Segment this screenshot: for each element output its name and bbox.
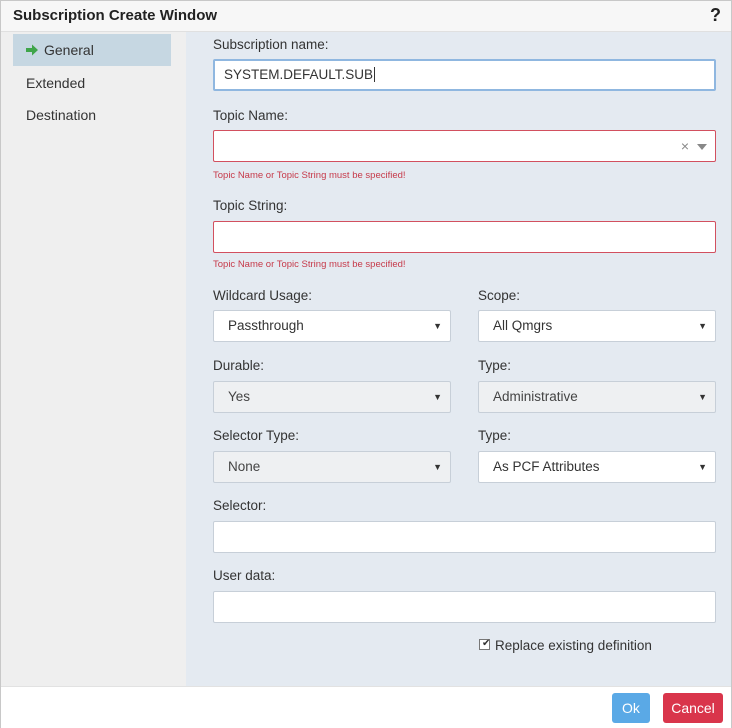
scope-value: All Qmgrs [493, 318, 553, 333]
durable-select[interactable]: Yes ▼ [213, 381, 451, 413]
selector-type-select[interactable]: None ▼ [213, 451, 451, 483]
scope-select[interactable]: All Qmgrs ▼ [478, 310, 716, 342]
subscription-name-label: Subscription name: [213, 37, 329, 52]
sidebar-item-label: Destination [26, 107, 97, 123]
wildcard-usage-label: Wildcard Usage: [213, 288, 313, 303]
scope-label: Scope: [478, 288, 521, 303]
topic-string-label: Topic String: [213, 198, 288, 213]
user-data-label: User data: [213, 568, 276, 583]
topic-name-error: Topic Name or Topic String must be speci… [213, 170, 406, 181]
topic-string-input[interactable] [213, 221, 716, 253]
caret-down-icon: ▼ [433, 462, 442, 472]
caret-down-icon: ▼ [433, 392, 442, 402]
dialog-footer: Ok Cancel [1, 686, 731, 728]
wildcard-usage-select[interactable]: Passthrough ▼ [213, 310, 451, 342]
type-admin-label: Type: [478, 358, 512, 373]
cancel-button[interactable]: Cancel [663, 693, 723, 723]
check-icon: ✔ [482, 638, 491, 650]
caret-down-icon: ▼ [698, 392, 707, 402]
sidebar-item-general[interactable]: General [13, 34, 171, 66]
topic-string-error: Topic Name or Topic String must be speci… [213, 259, 406, 270]
subscription-create-window: Subscription Create Window ? General Ext… [0, 0, 732, 728]
sidebar-item-label: Extended [26, 75, 86, 91]
type-pcf-label: Type: [478, 428, 512, 443]
user-data-input[interactable] [213, 591, 716, 623]
type-pcf-value: As PCF Attributes [493, 459, 600, 474]
topic-name-combobox[interactable]: × [213, 130, 716, 162]
subscription-name-input[interactable]: SYSTEM.DEFAULT.SUB [213, 59, 716, 91]
type-admin-select[interactable]: Administrative ▼ [478, 381, 716, 413]
chevron-down-icon[interactable] [697, 144, 707, 150]
selector-label: Selector: [213, 498, 267, 513]
sidebar-item-extended[interactable]: Extended [13, 67, 171, 99]
caret-down-icon: ▼ [698, 462, 707, 472]
wildcard-usage-value: Passthrough [228, 318, 304, 333]
arrow-right-icon [26, 44, 38, 56]
selector-type-label: Selector Type: [213, 428, 300, 443]
type-admin-value: Administrative [493, 389, 578, 404]
subscription-name-value: SYSTEM.DEFAULT.SUB [224, 67, 374, 82]
window-title: Subscription Create Window [13, 7, 218, 24]
text-cursor [374, 66, 376, 82]
sidebar-item-destination[interactable]: Destination [13, 99, 171, 131]
ok-button[interactable]: Ok [612, 693, 650, 723]
replace-existing-label: Replace existing definition [495, 638, 652, 653]
clear-icon[interactable]: × [681, 131, 689, 161]
caret-down-icon: ▼ [433, 321, 442, 331]
selector-type-value: None [228, 459, 261, 474]
selector-input[interactable] [213, 521, 716, 553]
sidebar-item-label: General [44, 42, 94, 58]
general-form: Subscription name: SYSTEM.DEFAULT.SUB To… [186, 32, 731, 686]
replace-existing-checkbox[interactable]: ✔ [479, 638, 491, 651]
type-pcf-select[interactable]: As PCF Attributes ▼ [478, 451, 716, 483]
sidebar: General Extended Destination [1, 32, 186, 686]
topic-name-label: Topic Name: [213, 108, 289, 123]
caret-down-icon: ▼ [698, 321, 707, 331]
durable-value: Yes [228, 389, 251, 404]
replace-existing-row[interactable]: ✔ Replace existing definition [479, 638, 652, 653]
title-bar: Subscription Create Window ? [1, 1, 731, 32]
help-icon[interactable]: ? [710, 5, 721, 26]
durable-label: Durable: [213, 358, 265, 373]
